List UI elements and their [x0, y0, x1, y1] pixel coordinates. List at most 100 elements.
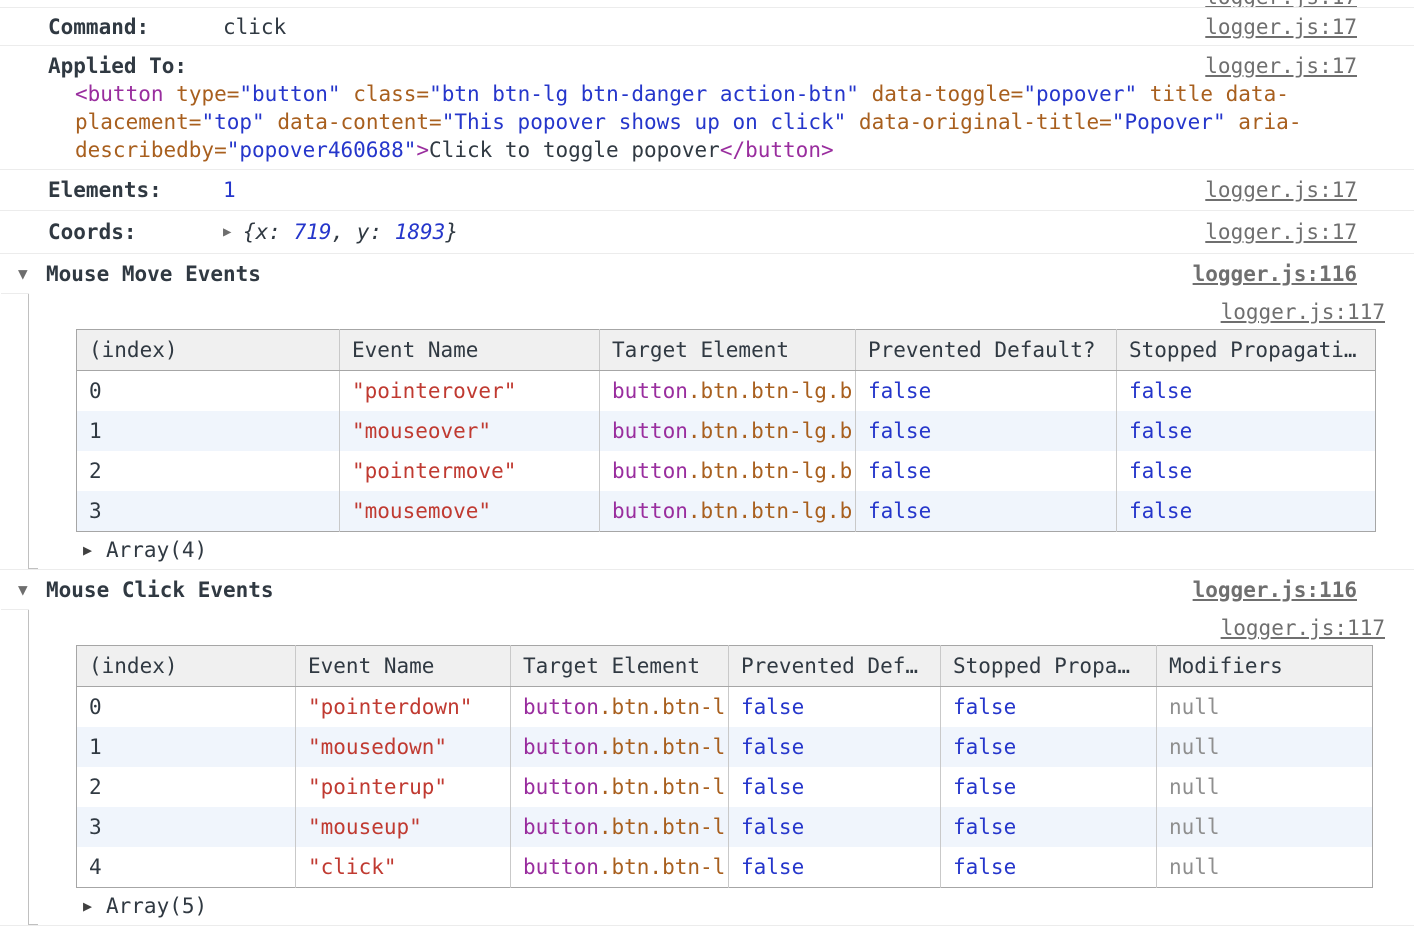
array-label: Array(4) — [106, 536, 207, 564]
syntax-token: false — [1129, 459, 1192, 483]
expand-triangle-icon[interactable]: ▶ — [83, 536, 106, 564]
target-class-list: .btn.btn-l — [599, 775, 725, 799]
table-cell: 0 — [77, 687, 296, 728]
applied-to-row: Applied To: logger.js:17 <button type="b… — [0, 46, 1414, 170]
syntax-token: Click to toggle popover — [429, 138, 720, 162]
coords-row: Coords: ▶ {x: 719, y: 1893} logger.js:17 — [0, 211, 1414, 254]
syntax-token: data-toggle= — [872, 82, 1024, 106]
syntax-token: </button> — [720, 138, 834, 162]
syntax-token: false — [741, 775, 804, 799]
target-tag-name: button — [523, 775, 599, 799]
target-tag-name: button — [612, 499, 688, 523]
array-preview-row[interactable]: ▶ Array(5) — [29, 888, 1414, 920]
syntax-token — [846, 110, 859, 134]
syntax-token — [859, 82, 872, 106]
table-header-cell[interactable]: Event Name — [296, 646, 511, 687]
table-cell: null — [1157, 847, 1373, 888]
source-link[interactable]: logger.js:17 — [1205, 0, 1357, 8]
syntax-token: false — [1129, 499, 1192, 523]
table-cell: button.btn.btn-l — [511, 807, 729, 847]
object-preview[interactable]: {x: 719, y: 1893} — [243, 218, 458, 246]
table-cell: false — [729, 807, 941, 847]
console-group-mouse-click-events: ▼ Mouse Click Events logger.js:116 logge… — [0, 570, 1414, 926]
table-cell: false — [856, 411, 1117, 451]
syntax-token: false — [1129, 419, 1192, 443]
source-link[interactable]: logger.js:116 — [1193, 260, 1357, 288]
collapse-triangle-icon[interactable]: ▼ — [18, 260, 46, 288]
syntax-token: "btn btn-lg btn-danger action-btn" — [429, 82, 859, 106]
syntax-token — [1213, 82, 1226, 106]
syntax-token: false — [953, 775, 1016, 799]
target-tag-name: button — [612, 419, 688, 443]
table-cell: 0 — [77, 371, 340, 412]
syntax-token: "top" — [201, 110, 264, 134]
elements-row: Elements: 1 logger.js:17 — [0, 170, 1414, 211]
syntax-token: 0 — [89, 379, 102, 403]
table-cell: button.btn.btn-lg.b — [600, 451, 856, 491]
table-header-cell[interactable]: Stopped Propagati… — [1117, 330, 1376, 371]
group-body: logger.js:117 (index)Event NameTarget El… — [28, 294, 1414, 569]
source-link[interactable]: logger.js:17 — [1205, 13, 1357, 41]
table-cell: "pointermove" — [340, 451, 600, 491]
table-header-cell[interactable]: Stopped Propa… — [941, 646, 1157, 687]
group-header[interactable]: ▼ Mouse Move Events logger.js:116 — [0, 254, 1414, 294]
target-class-list: .btn.btn-lg.b — [688, 379, 852, 403]
html-code-line: placement="top" data-content="This popov… — [75, 108, 1414, 136]
table-cell: 1 — [77, 727, 296, 767]
collapse-triangle-icon[interactable]: ▼ — [18, 576, 46, 604]
target-class-list: .btn.btn-l — [599, 735, 725, 759]
syntax-token: 3 — [89, 499, 102, 523]
table-header-cell[interactable]: Target Element — [600, 330, 856, 371]
html-code-block[interactable]: <button type="button" class="btn btn-lg … — [0, 80, 1414, 164]
html-code-line: describedby="popover460688">Click to tog… — [75, 136, 1414, 164]
coords-label: Coords: — [48, 218, 223, 246]
table-cell: "mousemove" — [340, 491, 600, 532]
table-cell: "mousedown" — [296, 727, 511, 767]
table-cell: "pointerdown" — [296, 687, 511, 728]
table-header-cell[interactable]: Event Name — [340, 330, 600, 371]
table-header-cell[interactable]: Prevented Def… — [729, 646, 941, 687]
table-header-cell[interactable]: Prevented Default? — [856, 330, 1117, 371]
syntax-token: > — [416, 138, 429, 162]
array-preview-row[interactable]: ▶ Array(4) — [29, 532, 1414, 564]
table-header-cell[interactable]: (index) — [77, 330, 340, 371]
source-link[interactable]: logger.js:116 — [1193, 576, 1357, 604]
table-header-cell[interactable]: Modifiers — [1157, 646, 1373, 687]
table-cell: button.btn.btn-l — [511, 727, 729, 767]
syntax-token: 3 — [89, 815, 102, 839]
table-header-cell[interactable]: (index) — [77, 646, 296, 687]
source-link[interactable]: logger.js:17 — [1205, 176, 1357, 204]
source-link[interactable]: logger.js:117 — [1221, 616, 1385, 640]
table-cell: "mouseup" — [296, 807, 511, 847]
syntax-token: placement= — [75, 110, 201, 134]
syntax-token: false — [868, 419, 931, 443]
table-cell: "mouseover" — [340, 411, 600, 451]
table-cell: 3 — [77, 807, 296, 847]
table-cell: button.btn.btn-lg.b — [600, 411, 856, 451]
group-header[interactable]: ▼ Mouse Click Events logger.js:116 — [0, 570, 1414, 610]
syntax-token: "popover460688" — [227, 138, 417, 162]
syntax-token: null — [1169, 815, 1220, 839]
syntax-token: data-original-title= — [859, 110, 1112, 134]
table-cell: false — [856, 491, 1117, 532]
syntax-token: "popover" — [1023, 82, 1137, 106]
source-link[interactable]: logger.js:17 — [1205, 52, 1357, 80]
syntax-token: "pointermove" — [352, 459, 516, 483]
source-link[interactable]: logger.js:117 — [1221, 300, 1385, 324]
syntax-token: 2 — [89, 459, 102, 483]
console-table-container: (index)Event NameTarget ElementPrevented… — [29, 645, 1414, 888]
syntax-token: null — [1169, 775, 1220, 799]
table-cell: button.btn.btn-l — [511, 847, 729, 888]
table-header-cell[interactable]: Target Element — [511, 646, 729, 687]
syntax-token: false — [741, 815, 804, 839]
syntax-token: false — [868, 459, 931, 483]
console-table: (index)Event NameTarget ElementPrevented… — [76, 645, 1373, 888]
target-class-list: .btn.btn-lg.b — [688, 419, 852, 443]
syntax-token — [341, 82, 354, 106]
expand-triangle-icon[interactable]: ▶ — [83, 892, 106, 920]
expand-triangle-icon[interactable]: ▶ — [223, 218, 243, 246]
table-cell: 1 — [77, 411, 340, 451]
source-link[interactable]: logger.js:17 — [1205, 218, 1357, 246]
syntax-token: false — [741, 735, 804, 759]
table-cell: null — [1157, 727, 1373, 767]
